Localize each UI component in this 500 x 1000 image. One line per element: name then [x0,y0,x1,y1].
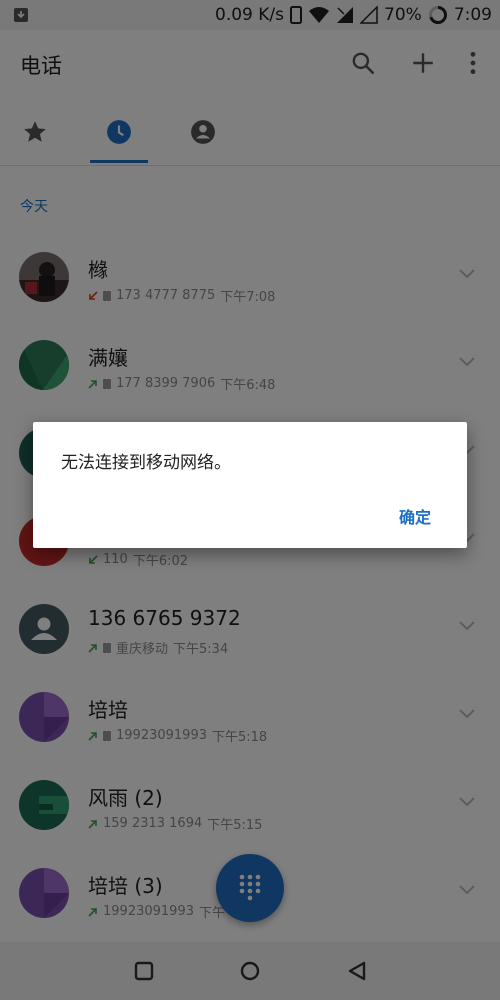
confirm-button[interactable]: 确定 [399,504,431,528]
alert-dialog: 无法连接到移动网络。 确定 [33,422,467,548]
dialog-message: 无法连接到移动网络。 [61,453,231,473]
